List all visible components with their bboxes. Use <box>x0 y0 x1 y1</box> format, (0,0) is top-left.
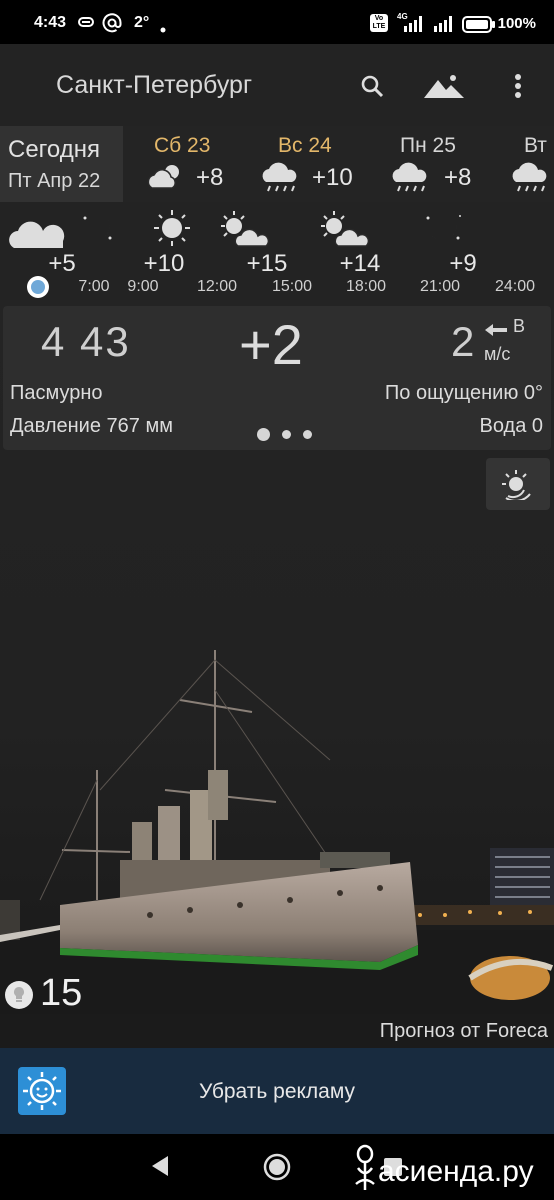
remove-ads-label: Убрать рекламу <box>198 1080 356 1103</box>
hour-temp: +15 <box>246 250 288 277</box>
day-today[interactable]: Сегодня Пт Апр 22 <box>0 126 123 202</box>
daily-forecast: Сегодня Пт Апр 22 Сб 23 +8 Вс 24 +10 Пн … <box>0 126 554 202</box>
remove-ads-bar[interactable]: Убрать рекламу <box>0 1048 554 1134</box>
page-dot <box>282 430 291 440</box>
hour-temp: +9 <box>449 250 477 277</box>
hour-time: 24:00 <box>494 278 536 295</box>
hour-time: 15:00 <box>271 278 313 295</box>
notif-temp: 2° <box>134 14 150 31</box>
sunrise-icon <box>500 468 536 505</box>
dot-icon <box>160 20 166 38</box>
page-indicator <box>257 426 324 444</box>
watermark: асиенда.ру <box>352 1144 534 1200</box>
at-icon <box>102 13 122 38</box>
current-time: 4 43 <box>41 318 131 365</box>
day-item[interactable]: Вт <box>508 126 554 202</box>
day-item[interactable]: Пн 25 +8 <box>390 126 500 202</box>
hour-time: 12:00 <box>196 278 238 295</box>
current-conditions-card[interactable]: 4 43 +2 2 В м/с Пасмурно По ощущению 0° … <box>3 306 551 450</box>
hour-time: 21:00 <box>419 278 461 295</box>
signal-icon <box>402 16 424 37</box>
partly-cloudy-icon <box>144 162 190 197</box>
home-icon[interactable] <box>263 1153 291 1186</box>
signal-icon <box>432 16 454 37</box>
day-label: Пн 25 <box>400 134 456 157</box>
pressure: Давление 767 мм <box>10 415 173 437</box>
day-today-date: Пт Апр 22 <box>8 170 101 192</box>
battery-icon <box>462 16 496 38</box>
landscape-icon[interactable] <box>420 66 468 106</box>
wind-arrow-icon <box>483 318 509 344</box>
day-label: Сб 23 <box>154 134 211 157</box>
link-icon <box>76 13 96 36</box>
day-today-name: Сегодня <box>8 136 100 163</box>
uv-value: 15 <box>40 972 83 1014</box>
day-temp: +10 <box>312 164 353 191</box>
day-label: Вт <box>524 134 547 157</box>
hour-temp: +5 <box>48 250 76 277</box>
hour-temp: +10 <box>143 250 185 277</box>
day-temp: +8 <box>444 164 472 191</box>
wind-unit: м/с <box>484 344 511 364</box>
forecast-credit[interactable]: Прогноз от Foreca <box>380 1020 548 1043</box>
city-title[interactable]: Санкт-Петербург <box>56 71 252 100</box>
page-dot <box>303 430 312 440</box>
rain-icon <box>260 162 304 201</box>
wind-speed: 2 <box>451 318 475 365</box>
credit-bar: Прогноз от Foreca <box>0 1014 554 1048</box>
current-temp: +2 <box>239 313 303 376</box>
sun-cloud-icon <box>218 208 270 253</box>
rain-icon <box>390 162 434 201</box>
moon-icon <box>420 208 464 253</box>
battery-percent: 100% <box>497 15 536 32</box>
hour-time: 18:00 <box>345 278 387 295</box>
day-label: Вс 24 <box>278 134 332 157</box>
bulb-icon <box>4 980 34 1015</box>
rain-icon <box>510 162 554 201</box>
volte-badge: Vo LTE <box>370 14 388 32</box>
app-bar: Санкт-Петербург <box>0 44 554 126</box>
sun-cloud-icon <box>318 208 370 253</box>
current-time-marker <box>27 276 49 298</box>
sun-moon-button[interactable] <box>486 458 550 510</box>
watermark-logo-icon <box>352 1144 378 1200</box>
hour-temp: +14 <box>339 250 381 277</box>
day-item[interactable]: Сб 23 +8 <box>142 126 252 202</box>
hourly-forecast[interactable]: +5 +10 +15 +14 +9 7:00 9:00 12:00 15:00 … <box>0 202 554 300</box>
status-bar: 4:43 2° Vo LTE 4G 100% <box>0 0 554 44</box>
water-temp: Вода 0 <box>479 415 544 437</box>
day-item[interactable]: Вс 24 +10 <box>260 126 370 202</box>
search-icon[interactable] <box>352 66 392 106</box>
more-icon[interactable] <box>498 66 538 106</box>
feels-like: По ощущению 0° <box>384 382 543 404</box>
status-time: 4:43 <box>34 14 67 31</box>
back-icon[interactable] <box>148 1152 172 1185</box>
watermark-text: асиенда.ру <box>378 1154 534 1188</box>
page-dot-active <box>257 428 270 442</box>
sun-icon <box>152 208 192 253</box>
wind-direction: В <box>513 316 526 336</box>
condition-text: Пасмурно <box>10 382 103 404</box>
day-temp: +8 <box>196 164 224 191</box>
hour-time: 9:00 <box>127 278 159 295</box>
